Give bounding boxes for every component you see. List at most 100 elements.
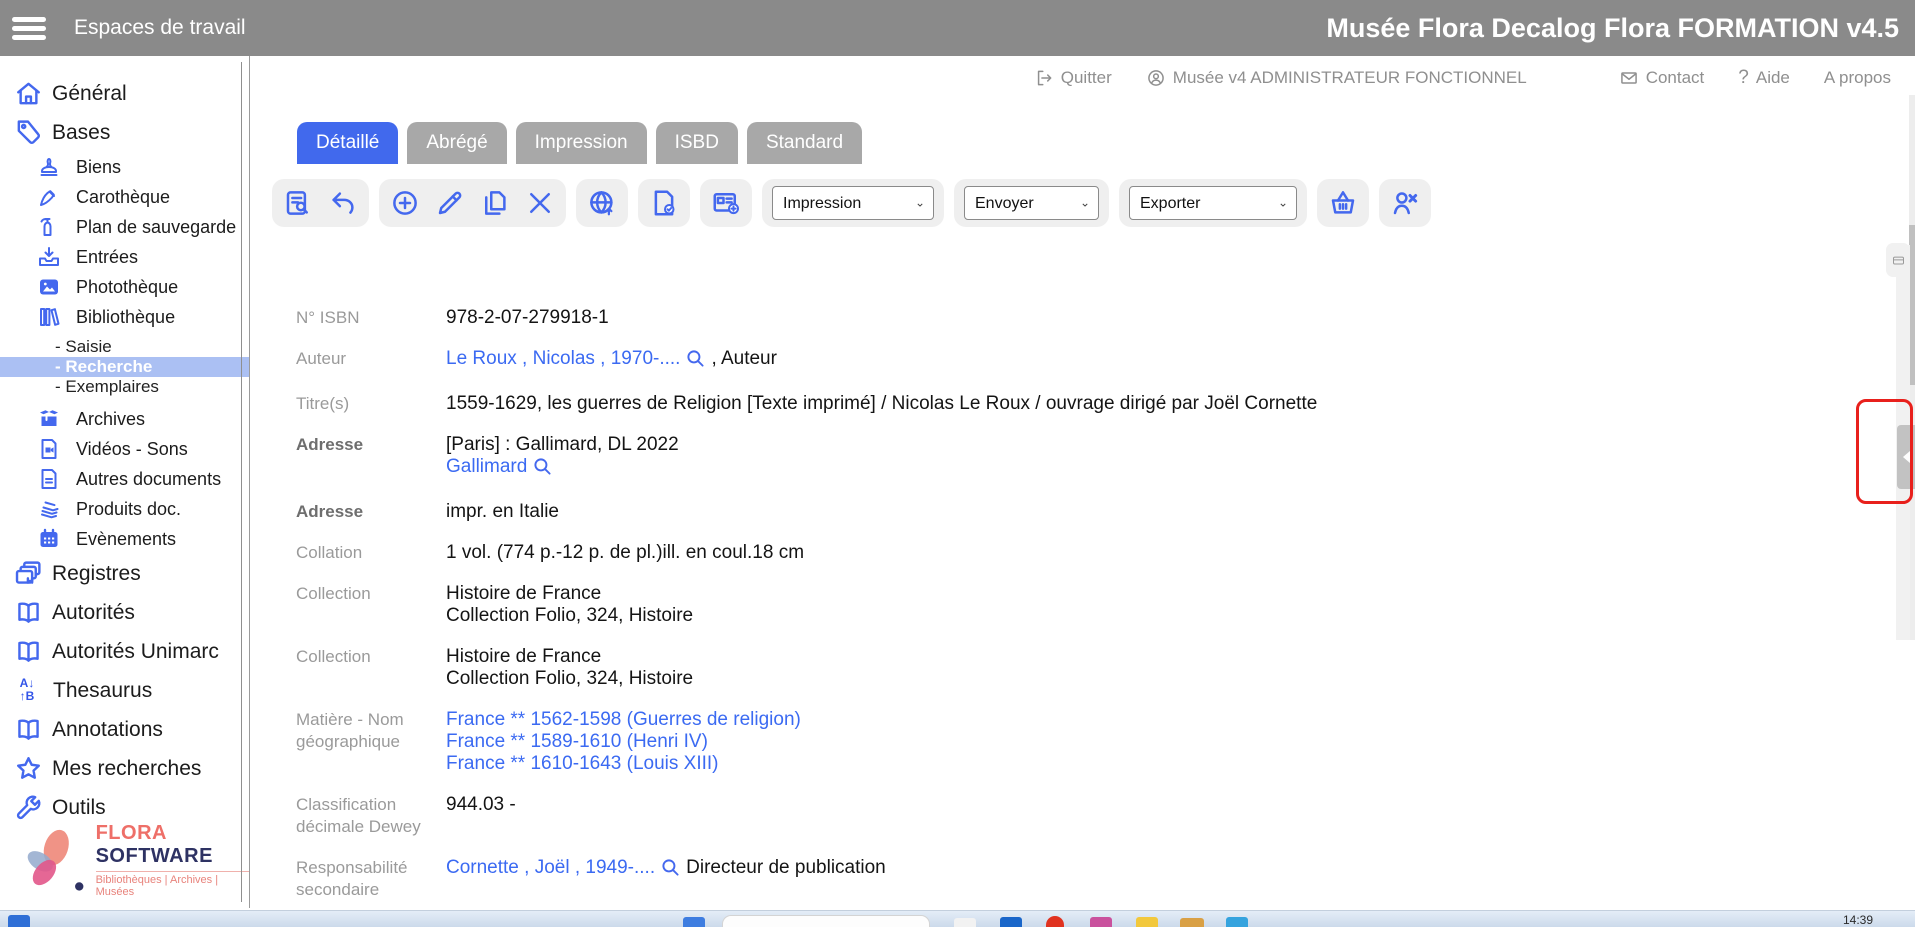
sidebar-item-plan-de-sauvegarde[interactable]: Plan de sauvegarde xyxy=(0,212,249,242)
field-auteur: Auteur Le Roux , Nicolas , 1970-...., Au… xyxy=(296,348,1825,374)
back-button[interactable] xyxy=(328,188,358,218)
taskbar-icon[interactable] xyxy=(1000,917,1022,927)
windows-start-icon[interactable] xyxy=(683,917,705,927)
quitter-link[interactable]: Quitter xyxy=(1034,68,1112,88)
envoyer-select[interactable]: Envoyer xyxy=(964,186,1099,220)
list-search-button[interactable] xyxy=(283,188,313,218)
author-link[interactable]: Le Roux , Nicolas , 1970-.... xyxy=(446,348,680,369)
question-icon: ? xyxy=(1738,67,1749,89)
flora-flower-icon xyxy=(18,814,88,906)
taskbar-app-icon[interactable] xyxy=(8,915,30,927)
current-user[interactable]: Musée v4 ADMINISTRATEUR FONCTIONNEL xyxy=(1146,68,1527,88)
record-toolbar: Impression ⌄ Envoyer ⌄ Exporter ⌄ xyxy=(272,179,1431,227)
sidebar-item-autres-documents[interactable]: Autres documents xyxy=(0,464,249,494)
field-titres: Titre(s) 1559-1629, les guerres de Relig… xyxy=(296,393,1825,415)
user-circle-icon xyxy=(1146,68,1166,88)
sidebar-item-phototheque[interactable]: Photothèque xyxy=(0,272,249,302)
image-icon xyxy=(37,275,61,299)
tab-isbd[interactable]: ISBD xyxy=(656,122,738,164)
delete-button[interactable] xyxy=(525,188,555,218)
windows-taskbar: 14:39 xyxy=(0,910,1915,927)
hamburger-menu-icon[interactable] xyxy=(12,13,46,44)
sidebar-item-mes-recherches[interactable]: Mes recherches xyxy=(0,749,249,788)
sidebar-item-autorites-unimarc[interactable]: Autorités Unimarc xyxy=(0,632,249,671)
sidebar-item-autorites[interactable]: Autorités xyxy=(0,593,249,632)
tab-standard[interactable]: Standard xyxy=(747,122,862,164)
aide-link[interactable]: ? Aide xyxy=(1738,67,1790,89)
tag-icon xyxy=(14,118,43,147)
search-icon[interactable] xyxy=(661,858,680,883)
extinguisher-icon xyxy=(37,215,61,239)
sidebar-item-biens[interactable]: Biens xyxy=(0,152,249,182)
taskbar-icon[interactable] xyxy=(1090,917,1112,927)
edit-button[interactable] xyxy=(435,188,465,218)
apropos-link[interactable]: A propos xyxy=(1824,68,1891,88)
sidebar-item-archives[interactable]: Archives xyxy=(0,404,249,434)
publish-web-button[interactable] xyxy=(587,188,617,218)
sidebar-item-evenements[interactable]: Evènements xyxy=(0,524,249,554)
sidebar-item-registres[interactable]: Registres xyxy=(0,554,249,593)
sidebar-item-bases[interactable]: Bases xyxy=(0,113,249,152)
sidebar-item-recherche[interactable]: - Recherche xyxy=(0,357,249,377)
tab-abrege[interactable]: Abrégé xyxy=(407,122,506,164)
exporter-select[interactable]: Exporter xyxy=(1129,186,1297,220)
sidebar-item-general[interactable]: Général xyxy=(0,74,249,113)
session-header: Quitter Musée v4 ADMINISTRATEUR FONCTION… xyxy=(250,56,1905,100)
sidebar-item-thesaurus[interactable]: A↓ ↑B Thesaurus xyxy=(0,671,249,710)
field-isbn: N° ISBN 978-2-07-279918-1 xyxy=(296,307,1825,329)
field-collation: Collation 1 vol. (774 p.-12 p. de pl.)il… xyxy=(296,542,1825,564)
taskbar-clock[interactable]: 14:39 xyxy=(1843,913,1873,927)
add-button[interactable] xyxy=(390,188,420,218)
tab-impression[interactable]: Impression xyxy=(516,122,647,164)
search-icon[interactable] xyxy=(533,457,552,482)
taskbar-icon[interactable] xyxy=(1136,917,1158,927)
inbox-download-icon xyxy=(37,245,61,269)
copy-button[interactable] xyxy=(480,188,510,218)
video-file-icon xyxy=(37,437,61,461)
field-collection-2: Collection Histoire de France Collection… xyxy=(296,646,1825,690)
remove-user-button[interactable] xyxy=(1390,188,1420,218)
sidebar-item-produits-doc[interactable]: Produits doc. xyxy=(0,494,249,524)
tab-detaille[interactable]: Détaillé xyxy=(297,122,398,164)
taskbar-icon-badge[interactable] xyxy=(1046,916,1064,927)
stack-icon xyxy=(37,497,61,521)
star-icon xyxy=(14,754,43,783)
red-highlight-annotation xyxy=(1856,399,1913,504)
taskbar-icon[interactable] xyxy=(954,918,976,927)
impression-select[interactable]: Impression xyxy=(772,186,934,220)
sidebar-item-videos-sons[interactable]: Vidéos - Sons xyxy=(0,434,249,464)
contact-link[interactable]: Contact xyxy=(1619,68,1705,88)
sidebar-scrollbar[interactable] xyxy=(241,62,246,902)
taskbar-folder-icon[interactable] xyxy=(1180,918,1204,927)
sidebar-item-annotations[interactable]: Annotations xyxy=(0,710,249,749)
envelope-icon xyxy=(1619,68,1639,88)
sidebar-item-exemplaires[interactable]: - Exemplaires xyxy=(0,377,249,397)
sidebar-item-carotheque[interactable]: Carothèque xyxy=(0,182,249,212)
publisher-link[interactable]: Gallimard xyxy=(446,456,527,477)
workspace-label[interactable]: Espaces de travail xyxy=(74,16,246,40)
page-check-button[interactable] xyxy=(649,188,679,218)
field-adresse-2: Adresse impr. en Italie xyxy=(296,501,1825,523)
subject-link[interactable]: France ** 1610-1643 (Louis XIII) xyxy=(446,753,719,774)
basket-button[interactable] xyxy=(1328,188,1358,218)
card-add-button[interactable] xyxy=(711,188,741,218)
secondary-author-link[interactable]: Cornette , Joël , 1949-.... xyxy=(446,857,655,878)
sidebar-item-entrees[interactable]: Entrées xyxy=(0,242,249,272)
side-panel-handle[interactable] xyxy=(1886,243,1910,277)
field-responsabilite: Responsabilité secondaire Cornette , Joë… xyxy=(296,857,1825,901)
subject-link[interactable]: France ** 1589-1610 (Henri IV) xyxy=(446,731,708,752)
stamp-icon xyxy=(37,155,61,179)
subject-link[interactable]: France ** 1562-1598 (Guerres de religion… xyxy=(446,709,801,730)
search-icon[interactable] xyxy=(686,349,705,374)
taskbar-icon[interactable] xyxy=(1226,917,1248,927)
sidebar-item-bibliotheque[interactable]: Bibliothèque xyxy=(0,302,249,332)
taskbar-search-box[interactable] xyxy=(722,915,930,927)
record-detail: N° ISBN 978-2-07-279918-1 Auteur Le Roux… xyxy=(296,307,1825,920)
logo-wordmark: FLORA SOFTWARE xyxy=(96,822,249,868)
logout-icon xyxy=(1034,68,1054,88)
field-matiere-geo: Matière - Nom géographique France ** 156… xyxy=(296,709,1825,775)
logo-subtitle: Bibliothèques | Archives | Musées xyxy=(96,871,249,898)
sidebar: Général Bases Biens Carothèque Plan de s… xyxy=(0,56,250,908)
flora-app-window: Espaces de travail Musée Flora Decalog F… xyxy=(0,0,1915,927)
sidebar-item-saisie[interactable]: - Saisie xyxy=(0,337,249,357)
